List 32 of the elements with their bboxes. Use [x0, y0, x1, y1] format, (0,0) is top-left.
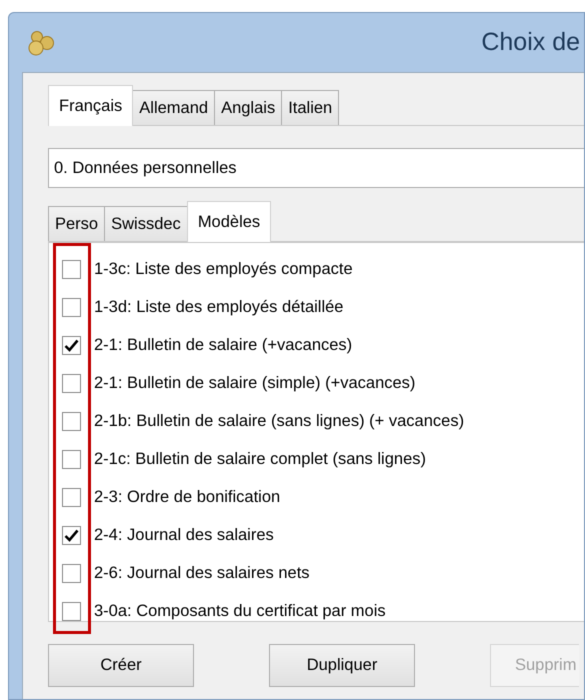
- template-label: 3-0a: Composants du certificat par mois: [94, 602, 386, 620]
- checkbox[interactable]: [62, 260, 81, 278]
- template-label: 2-4: Journal des salaires: [94, 526, 274, 544]
- template-label: 2-6: Journal des salaires nets: [94, 564, 310, 582]
- checkbox[interactable]: [62, 564, 81, 582]
- checkbox[interactable]: [62, 412, 81, 430]
- tab[interactable]: Italien: [281, 90, 340, 125]
- tab[interactable]: Modèles: [186, 201, 272, 242]
- template-label: 2-3: Ordre de bonification: [94, 488, 280, 506]
- action-button[interactable]: Dupliquer: [269, 644, 415, 687]
- tab[interactable]: Perso: [48, 206, 106, 241]
- template-label: 2-1: Bulletin de salaire (simple) (+vacances): [94, 374, 416, 392]
- checkbox[interactable]: [62, 336, 81, 354]
- checkbox[interactable]: [62, 450, 81, 468]
- template-label: 2-1c: Bulletin de salaire complet (sans lignes): [94, 450, 426, 468]
- tab[interactable]: Français: [48, 85, 134, 126]
- tab[interactable]: Swissdec: [104, 206, 188, 241]
- action-button[interactable]: Créer: [48, 644, 194, 687]
- template-label: 2-1b: Bulletin de salaire (sans lignes) (+ vacances): [94, 412, 464, 430]
- coins-icon: [27, 30, 55, 56]
- window-title: Choix de: [481, 28, 580, 57]
- checkbox[interactable]: [62, 298, 81, 316]
- template-label: 1-3c: Liste des employés compacte: [94, 260, 353, 278]
- checkbox[interactable]: [62, 602, 81, 620]
- tab[interactable]: Allemand: [132, 90, 216, 125]
- checkbox[interactable]: [62, 526, 81, 544]
- template-label: 1-3d: Liste des employés détaillée: [94, 298, 344, 316]
- category-dropdown[interactable]: 0. Données personnelles: [48, 148, 584, 188]
- tab[interactable]: Anglais: [214, 90, 282, 125]
- checkbox[interactable]: [62, 488, 81, 506]
- checkbox[interactable]: [62, 374, 81, 392]
- template-label: 2-1: Bulletin de salaire (+vacances): [94, 336, 352, 354]
